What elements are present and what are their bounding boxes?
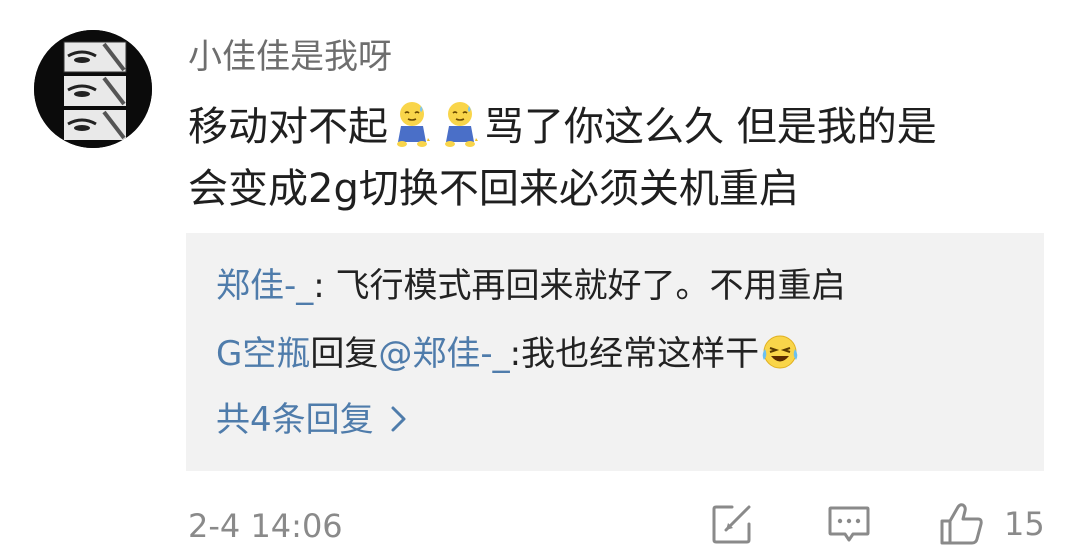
comment-timestamp: 2-4 14:06: [188, 507, 343, 545]
reply-item[interactable]: G空瓶回复@郑佳-_:我也经常这样干: [216, 331, 799, 377]
share-button[interactable]: [710, 500, 754, 548]
comment-text-part-1: 移动对不起: [188, 104, 388, 150]
reply-mention-link[interactable]: @郑佳-_: [378, 334, 509, 374]
avatar-image: [34, 30, 152, 148]
share-icon: [712, 505, 751, 544]
reply-author-link[interactable]: G空瓶: [216, 334, 310, 374]
kneeling-sweat-emoji-icon: [445, 102, 478, 147]
like-count: 15: [1004, 505, 1045, 543]
reply-text: :我也经常这样干: [509, 334, 760, 374]
avatar[interactable]: [34, 30, 152, 148]
comment-line-2: 会变成2g切换不回来必须关机重启: [188, 166, 799, 212]
reply-separator: :: [313, 266, 336, 306]
laughing-crying-emoji-icon: [762, 335, 798, 369]
comment-line-1: 移动对不起 骂了你这么久 但是我的是: [188, 96, 1048, 158]
reply-author-link[interactable]: 郑佳-_: [216, 266, 313, 306]
like-button[interactable]: 15: [938, 500, 1045, 548]
comment-text-part-2: 骂了你这么久 但是我的是: [484, 104, 937, 150]
comment-button[interactable]: [826, 500, 872, 548]
reply-item[interactable]: 郑佳-_: 飞行模式再回来就好了。不用重启: [216, 263, 846, 309]
comment-icon: [828, 506, 870, 542]
thumbs-up-icon: [940, 503, 983, 545]
reply-text: 飞行模式再回来就好了。不用重启: [335, 266, 846, 306]
reply-verb: 回复: [310, 334, 379, 374]
replies-preview[interactable]: 郑佳-_: 飞行模式再回来就好了。不用重启 G空瓶回复@郑佳-_:我也经常这样干…: [186, 233, 1044, 471]
kneeling-sweat-emoji-icon: [397, 102, 430, 147]
comment-text: 移动对不起 骂了你这么久 但是我的是 会变成2g切换不回来必须关机重启: [188, 96, 1048, 220]
more-replies-label: 共4条回复: [216, 400, 374, 440]
chevron-right-icon: [391, 406, 406, 432]
more-replies-link[interactable]: 共4条回复: [216, 397, 408, 443]
username[interactable]: 小佳佳是我呀: [188, 34, 392, 80]
